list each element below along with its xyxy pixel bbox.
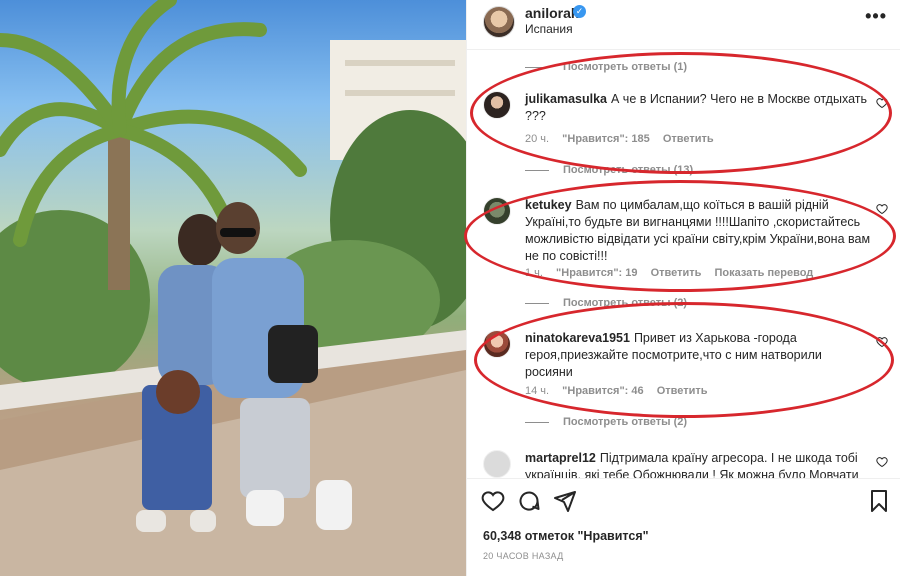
comment-likes[interactable]: "Нравится": 19 (556, 267, 637, 279)
comment-username[interactable]: ninatokareva1951 (525, 331, 630, 345)
reply-button[interactable]: Ответить (657, 385, 708, 397)
heart-icon[interactable] (876, 456, 888, 468)
commenter-avatar[interactable] (483, 197, 511, 225)
post-time[interactable]: 20 ЧАСОВ НАЗАД (483, 551, 564, 561)
comment: martaprel12 Підтримала країну агресора. І… (483, 450, 888, 478)
more-icon[interactable]: ••• (865, 6, 887, 27)
comment-meta: 20 ч. "Нравится": 185 Ответить (525, 133, 724, 145)
show-translation-button[interactable]: Показать перевод (714, 267, 813, 279)
view-replies-link[interactable]: Посмотреть ответы (1) (525, 61, 687, 73)
verified-icon: ✓ (573, 5, 586, 18)
commenter-avatar[interactable] (483, 450, 511, 478)
comment-time[interactable]: 1 ч. (525, 267, 543, 279)
heart-icon[interactable] (876, 203, 888, 215)
likes-count[interactable]: 60,348 отметок "Нравится" (483, 529, 649, 543)
reply-button[interactable]: Ответить (651, 267, 702, 279)
comment-time[interactable]: 20 ч. (525, 133, 549, 145)
heart-icon[interactable] (481, 489, 505, 513)
post-location[interactable]: Испания (525, 22, 573, 36)
comment: julikamasulka А че в Испании? Чего не в М… (483, 91, 888, 151)
comments-list[interactable]: Посмотреть ответы (1) julikamasulka А че … (467, 51, 900, 478)
post-actions: 60,348 отметок "Нравится" 20 ЧАСОВ НАЗАД (467, 478, 900, 576)
post-username[interactable]: anilorak (525, 5, 579, 21)
comment-meta: 14 ч. "Нравится": 46 Ответить (525, 385, 718, 397)
comment-icon[interactable] (517, 489, 541, 513)
bookmark-icon[interactable] (867, 489, 891, 513)
reply-button[interactable]: Ответить (663, 133, 714, 145)
view-replies-link[interactable]: Посмотреть ответы (13) (525, 164, 693, 176)
comment-body: martaprel12 Підтримала країну агресора. І… (525, 450, 873, 478)
commenter-avatar[interactable] (483, 91, 511, 119)
comment-username[interactable]: martaprel12 (525, 451, 596, 465)
heart-icon[interactable] (876, 336, 888, 348)
photo-illustration (0, 0, 466, 576)
avatar[interactable] (483, 6, 515, 38)
comment: ninatokareva1951 Привет из Харькова -горо… (483, 330, 888, 400)
view-replies-link[interactable]: Посмотреть ответы (2) (525, 416, 687, 428)
comment-username[interactable]: julikamasulka (525, 92, 607, 106)
comment-time[interactable]: 14 ч. (525, 385, 549, 397)
post-side-panel: anilorak ✓ Испания ••• Посмотреть ответы… (466, 0, 900, 576)
comment: ketukey Вам по цимбалам,що коїться в ваші… (483, 197, 888, 282)
comment-meta: 1 ч. "Нравится": 19 Ответить Показать пе… (525, 267, 823, 279)
share-icon[interactable] (553, 489, 577, 513)
comment-likes[interactable]: "Нравится": 46 (562, 385, 643, 397)
comment-text: Вам по цимбалам,що коїться в вашій рідні… (525, 198, 871, 263)
commenter-avatar[interactable] (483, 330, 511, 358)
comment-body: ketukey Вам по цимбалам,що коїться в ваші… (525, 197, 873, 265)
comment-body: ninatokareva1951 Привет из Харькова -горо… (525, 330, 873, 381)
comment-likes[interactable]: "Нравится": 185 (562, 133, 650, 145)
post-photo[interactable] (0, 0, 466, 576)
comment-username[interactable]: ketukey (525, 198, 572, 212)
post-header: anilorak ✓ Испания ••• (467, 0, 900, 50)
view-replies-link[interactable]: Посмотреть ответы (2) (525, 297, 687, 309)
heart-icon[interactable] (876, 97, 888, 109)
comment-body: julikamasulka А че в Испании? Чего не в М… (525, 91, 873, 125)
